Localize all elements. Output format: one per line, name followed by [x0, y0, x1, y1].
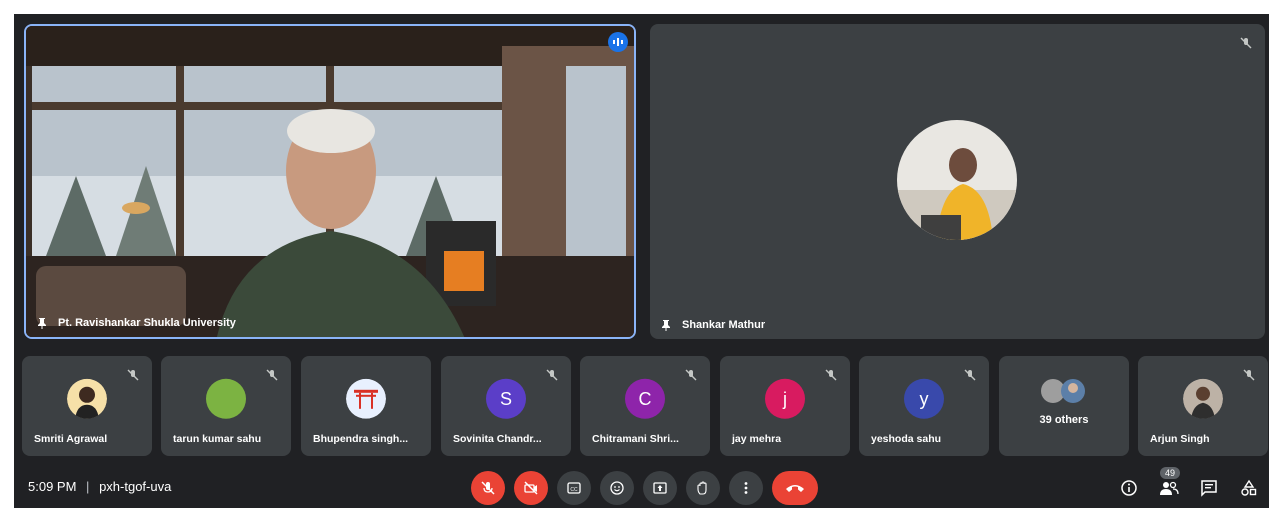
mic-off-icon — [546, 369, 558, 381]
participant-initial: S — [499, 388, 512, 409]
meeting-info: 5:09 PM | pxh-tgof-uva — [28, 479, 171, 494]
participant-name: Sovinita Chandr... — [453, 433, 542, 445]
presenter-name-label: Pt. Ravishankar Shukla University — [36, 317, 236, 329]
leave-call-button[interactable] — [772, 471, 818, 505]
captions-icon: CC — [567, 482, 581, 494]
participant-tile[interactable]: Arjun Singh — [1138, 356, 1268, 456]
hand-icon — [697, 481, 707, 495]
participant-name-label: Shankar Mathur — [660, 319, 765, 331]
participant-main-tile[interactable]: Shankar Mathur — [650, 24, 1265, 339]
participant-avatar: S — [486, 378, 526, 419]
activities-icon — [1241, 479, 1257, 496]
mic-off-icon — [1240, 37, 1252, 49]
meeting-details-button[interactable] — [1118, 477, 1140, 499]
participant-name: Arjun Singh — [1150, 433, 1210, 445]
participant-avatar: C — [625, 378, 665, 419]
mic-off-icon — [964, 369, 976, 381]
participant-name: Bhupendra singh... — [313, 433, 409, 445]
captions-button[interactable]: CC — [557, 471, 591, 505]
participant-avatar: j — [765, 378, 805, 419]
more-vert-icon — [744, 482, 748, 494]
chat-icon — [1201, 480, 1217, 497]
others-count: 39 others — [1039, 414, 1089, 426]
mic-off-icon — [266, 369, 278, 381]
participant-name: Chitramani Shri... — [592, 433, 679, 445]
pin-icon[interactable] — [660, 319, 672, 331]
presenter-video — [26, 26, 634, 337]
participant-tile[interactable]: C Chitramani Shri... — [580, 356, 710, 456]
participant-tile[interactable]: Smriti Agrawal — [22, 356, 152, 456]
meeting-code: pxh-tgof-uva — [99, 479, 172, 494]
end-call-icon — [786, 485, 804, 492]
meeting-stage: Pt. Ravishankar Shukla University Shanka… — [14, 14, 1269, 508]
participant-name: Shankar Mathur — [682, 319, 766, 331]
participant-name: yeshoda sahu — [871, 433, 942, 445]
mic-off-icon — [1243, 369, 1255, 381]
info-icon — [1121, 480, 1137, 496]
speaking-indicator-icon — [608, 32, 628, 52]
participant-initial: y — [919, 388, 929, 409]
participant-name: Smriti Agrawal — [34, 433, 108, 445]
raise-hand-button[interactable] — [686, 471, 720, 505]
participant-tile[interactable]: tarun kumar sahu — [161, 356, 291, 456]
participant-avatar — [206, 378, 246, 419]
present-button[interactable] — [643, 471, 677, 505]
others-tile[interactable]: 39 others — [999, 356, 1129, 456]
present-screen-icon — [653, 482, 667, 494]
current-time: 5:09 PM — [28, 479, 77, 494]
group-avatars-icon — [1041, 379, 1085, 403]
participant-avatar: y — [904, 378, 944, 419]
participant-avatar — [67, 378, 107, 419]
participant-tile[interactable]: Bhupendra singh... — [301, 356, 431, 456]
meeting-control-bar: 5:09 PM | pxh-tgof-uva CC 49 — [14, 465, 1269, 508]
mic-off-icon — [481, 481, 495, 495]
participant-tile[interactable]: y yeshoda sahu — [859, 356, 989, 456]
participant-tile[interactable]: j jay mehra — [720, 356, 850, 456]
svg-text:CC: CC — [570, 487, 578, 493]
participant-name: jay mehra — [732, 433, 782, 445]
participant-avatar — [1183, 378, 1223, 419]
people-button[interactable]: 49 — [1158, 467, 1181, 499]
mic-off-icon — [825, 369, 837, 381]
participant-initial: C — [638, 388, 652, 409]
chat-button[interactable] — [1198, 477, 1220, 499]
people-count-badge: 49 — [1160, 467, 1181, 479]
participant-avatar — [897, 120, 1017, 240]
camera-off-icon — [524, 481, 538, 495]
pin-icon[interactable] — [36, 317, 48, 329]
participant-initial: j — [783, 388, 787, 409]
people-icon — [1160, 481, 1179, 495]
presenter-name: Pt. Ravishankar Shukla University — [58, 317, 236, 329]
reactions-button[interactable] — [600, 471, 634, 505]
camera-toggle-button[interactable] — [514, 471, 548, 505]
mic-off-icon — [685, 369, 697, 381]
participant-name: tarun kumar sahu — [173, 433, 262, 445]
mic-off-icon — [127, 369, 139, 381]
torii-gate-avatar-icon — [346, 378, 386, 419]
separator: | — [86, 479, 90, 494]
activities-button[interactable] — [1238, 477, 1260, 499]
more-options-button[interactable] — [729, 471, 763, 505]
participant-tile[interactable]: S Sovinita Chandr... — [441, 356, 571, 456]
presenter-video-tile[interactable]: Pt. Ravishankar Shukla University — [24, 24, 636, 339]
emoji-icon — [610, 481, 624, 495]
mic-toggle-button[interactable] — [471, 471, 505, 505]
